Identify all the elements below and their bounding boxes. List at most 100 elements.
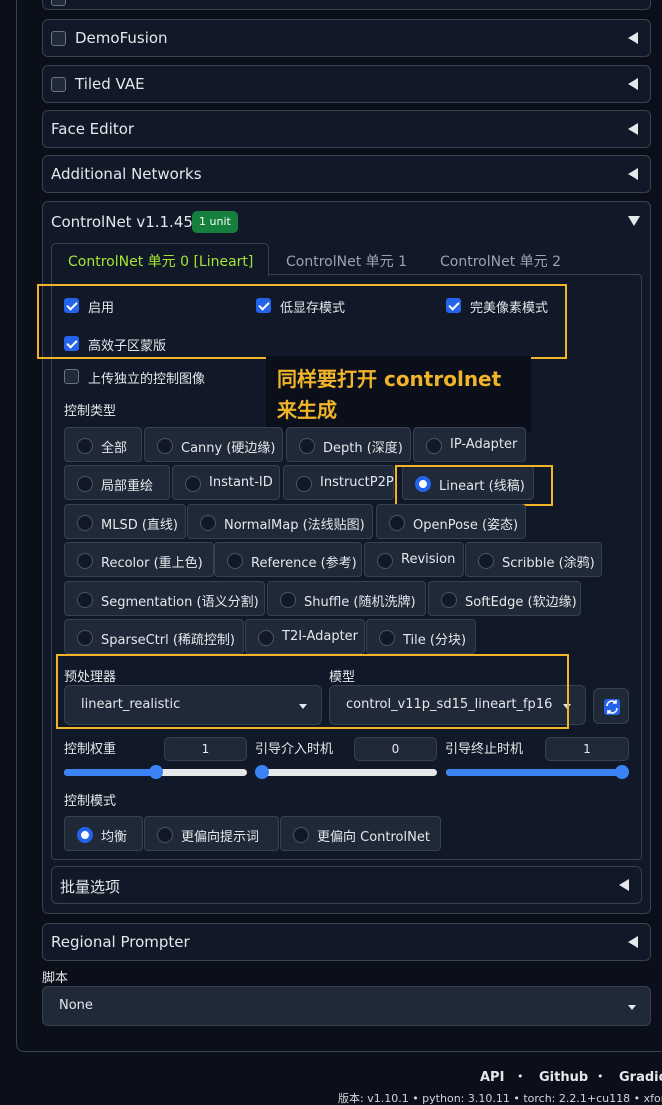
radio-label: 均衡 — [101, 830, 128, 845]
radio-label: 更偏向 ControlNet — [317, 830, 430, 845]
radio-label: SparseCtrl (稀疏控制) — [101, 633, 235, 648]
radio-dot — [441, 592, 457, 608]
control-type-instant-id[interactable]: Instant-ID — [172, 465, 280, 500]
tab-unit-2[interactable]: ControlNet 单元 2 — [440, 251, 561, 271]
radio-label: Depth (深度) — [323, 441, 403, 456]
control-type-tile[interactable]: Tile (分块) — [366, 619, 476, 654]
accordion-additional-networks[interactable]: Additional Networks — [42, 155, 651, 193]
collapse-arrow-icon — [628, 936, 638, 948]
chevron-down-icon — [628, 1005, 636, 1010]
footer-link-gradio[interactable]: Gradio — [619, 1070, 662, 1085]
unit-count-badge: 1 unit — [192, 211, 238, 233]
accordion-face-editor[interactable]: Face Editor — [42, 110, 651, 148]
radio-dot — [185, 476, 201, 492]
radio-dot — [157, 438, 173, 454]
collapse-arrow-icon — [628, 32, 638, 44]
slider-thumb[interactable] — [148, 765, 163, 779]
accordion-label: Additional Networks — [51, 165, 202, 183]
accordion-batch-options[interactable]: 批量选项 — [51, 866, 642, 904]
accordion-demofusion[interactable]: DemoFusion — [42, 19, 651, 57]
tab-unit-1[interactable]: ControlNet 单元 1 — [286, 251, 407, 271]
control-type-all[interactable]: 全部 — [64, 427, 142, 462]
control-type-ip-adapter[interactable]: IP-Adapter — [413, 427, 526, 462]
radio-label: T2I-Adapter — [282, 629, 359, 644]
radio-dot — [77, 515, 93, 531]
refresh-models-button[interactable] — [593, 688, 629, 724]
control-mode-label: 控制模式 — [64, 794, 117, 809]
control-type-segmentation[interactable]: Segmentation (语义分割) — [64, 581, 265, 616]
radio-dot — [77, 476, 93, 492]
radio-dot — [227, 553, 243, 569]
radio-label: Tile (分块) — [403, 633, 467, 648]
accordion-regional-prompter[interactable]: Regional Prompter — [42, 923, 651, 961]
version-info: 版本: v1.10.1 • python: 3.10.11 • torch: 2… — [338, 1092, 662, 1105]
control-mode-balanced[interactable]: 均衡 — [64, 816, 143, 851]
control-type-depth[interactable]: Depth (深度) — [286, 427, 411, 462]
highlight-box-checks — [37, 284, 567, 359]
radio-label: Recolor (重上色) — [101, 556, 203, 571]
control-type-canny[interactable]: Canny (硬边缘) — [144, 427, 283, 462]
upload-independent-checkbox[interactable] — [64, 369, 79, 384]
tab-unit-0[interactable]: ControlNet 单元 0 [Lineart] — [51, 243, 269, 276]
control-type-openpose[interactable]: OpenPose (姿态) — [376, 504, 526, 539]
control-type-inpaint[interactable]: 局部重绘 — [64, 465, 170, 500]
radio-label: 更偏向提示词 — [181, 830, 260, 845]
control-type-scribble[interactable]: Scribble (涂鸦) — [465, 542, 602, 577]
footer-separator: • — [597, 1070, 604, 1083]
control-type-normalmap[interactable]: NormalMap (法线贴图) — [187, 504, 373, 539]
guidance-start-input[interactable]: 0 — [354, 737, 437, 761]
controlnet-title[interactable]: ControlNet v1.1.455 — [51, 213, 202, 231]
slider-thumb[interactable] — [255, 765, 269, 779]
radio-dot — [77, 630, 93, 646]
accordion-partial-checkbox[interactable] — [51, 0, 66, 6]
control-type-revision[interactable]: Revision — [364, 542, 464, 577]
highlight-box-models — [56, 654, 569, 729]
control-type-mlsd[interactable]: MLSD (直线) — [64, 504, 186, 539]
radio-label: SoftEdge (软边缘) — [465, 595, 577, 610]
version-info-wrap: 版本: v1.10.1 • python: 3.10.11 • torch: 2… — [338, 1090, 662, 1105]
script-label: 脚本 — [42, 971, 69, 986]
guidance-start-slider[interactable] — [255, 765, 437, 779]
script-value: None — [59, 998, 93, 1013]
control-type-softedge[interactable]: SoftEdge (软边缘) — [428, 581, 581, 616]
radio-dot — [293, 827, 309, 843]
guidance-end-slider[interactable] — [446, 765, 629, 779]
control-type-instructp2p[interactable]: InstructP2P — [283, 465, 394, 500]
radio-label: Revision — [401, 552, 456, 567]
control-type-t2i-adapter[interactable]: T2I-Adapter — [245, 619, 365, 654]
radio-label: 局部重绘 — [101, 479, 154, 494]
guidance-end-input[interactable]: 1 — [545, 737, 629, 761]
control-mode-controlnet[interactable]: 更偏向 ControlNet — [280, 816, 441, 851]
demofusion-checkbox[interactable] — [51, 31, 66, 46]
accordion-tiled-vae[interactable]: Tiled VAE — [42, 65, 651, 103]
radio-dot — [296, 476, 312, 492]
weight-input[interactable]: 1 — [164, 737, 247, 761]
control-type-shuffle[interactable]: Shuffle (随机洗牌) — [267, 581, 426, 616]
control-type-sparsectrl[interactable]: SparseCtrl (稀疏控制) — [64, 619, 244, 654]
control-type-reference[interactable]: Reference (参考) — [214, 542, 362, 577]
radio-dot — [379, 630, 395, 646]
expand-arrow-icon[interactable] — [628, 216, 640, 226]
radio-label: Scribble (涂鸦) — [502, 556, 595, 571]
guidance-end-label: 引导终止时机 — [445, 742, 524, 757]
slider-thumb[interactable] — [615, 765, 629, 779]
radio-label: Segmentation (语义分割) — [101, 595, 259, 610]
radio-label: OpenPose (姿态) — [413, 518, 519, 533]
radio-dot — [77, 553, 93, 569]
radio-label: Instant-ID — [209, 475, 273, 490]
accordion-partial[interactable] — [42, 0, 651, 10]
control-mode-prompt[interactable]: 更偏向提示词 — [144, 816, 279, 851]
collapse-arrow-icon — [628, 78, 638, 90]
radio-dot — [478, 553, 494, 569]
footer-link-api[interactable]: API — [480, 1070, 504, 1085]
script-select[interactable]: None — [42, 986, 651, 1026]
footer-link-github[interactable]: Github — [539, 1070, 588, 1085]
accordion-label: DemoFusion — [75, 29, 168, 47]
guidance-start-label: 引导介入时机 — [255, 742, 334, 757]
collapse-arrow-icon — [628, 123, 638, 135]
tiled-vae-checkbox[interactable] — [51, 77, 66, 92]
radio-label: Reference (参考) — [251, 556, 357, 571]
radio-label: IP-Adapter — [450, 437, 518, 452]
control-type-recolor[interactable]: Recolor (重上色) — [64, 542, 214, 577]
weight-slider[interactable] — [64, 765, 247, 779]
